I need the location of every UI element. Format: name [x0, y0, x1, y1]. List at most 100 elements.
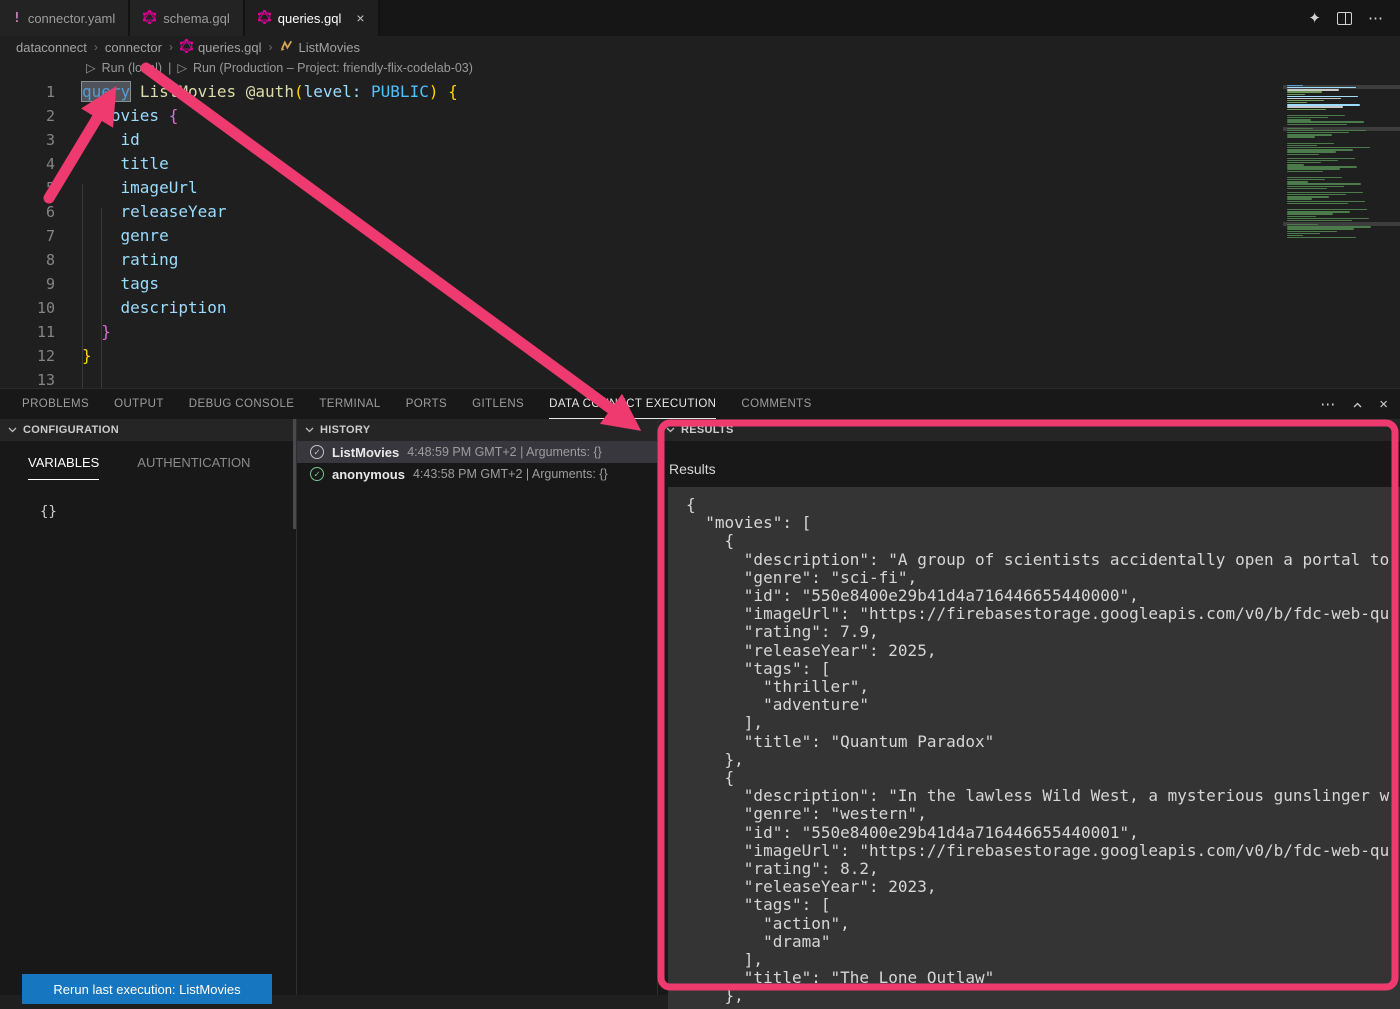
line-number: 6 — [0, 200, 55, 224]
breadcrumb-item-connector[interactable]: connector — [105, 40, 162, 55]
status-check-icon: ✓ — [310, 445, 324, 459]
graphql-operation-icon — [280, 39, 294, 55]
results-heading: Results — [669, 461, 716, 477]
tab-label: connector.yaml — [28, 11, 115, 26]
breadcrumb-item-dataconnect[interactable]: dataconnect — [16, 40, 87, 55]
configuration-header[interactable]: CONFIGURATION — [0, 419, 296, 441]
code-editor[interactable]: ▷ Run (local) | ▷ Run (Production – Proj… — [0, 58, 1400, 388]
history-row[interactable]: ✓ anonymous 4:43:58 PM GMT+2 | Arguments: … — [297, 463, 657, 485]
results-json-box[interactable]: { "movies": [ { "description": "A group … — [668, 487, 1400, 1009]
graphql-icon — [180, 39, 193, 56]
bottom-panel: PROBLEMS OUTPUT DEBUG CONSOLE TERMINAL PORTS… — [0, 388, 1400, 995]
line-number: 8 — [0, 248, 55, 272]
breadcrumb-separator: › — [94, 40, 98, 54]
panel-body: CONFIGURATION VARIABLES AUTHENTICATION {}… — [0, 419, 1400, 995]
highlighted-word: query — [82, 82, 130, 101]
editor-actions: ✦ ⋯ — [1308, 0, 1400, 36]
close-panel-icon[interactable]: × — [1379, 396, 1388, 413]
chevron-down-icon — [305, 424, 314, 436]
code-line: genre — [82, 224, 1280, 248]
results-title: RESULTS — [681, 424, 734, 436]
status-check-icon: ✓ — [310, 467, 324, 481]
minimap[interactable] — [1283, 85, 1400, 245]
code-line: id — [82, 128, 1280, 152]
history-section: HISTORY ✓ ListMovies 4:48:59 PM GMT+2 | Ar… — [297, 419, 658, 995]
history-entry-meta: 4:48:59 PM GMT+2 | Arguments: {} — [407, 445, 602, 459]
line-number: 2 — [0, 104, 55, 128]
line-number: 11 — [0, 320, 55, 344]
indent-guide — [101, 208, 102, 400]
chevron-down-icon — [666, 424, 675, 436]
rerun-button[interactable]: Rerun last execution: ListMovies — [22, 974, 272, 1004]
code-line: description — [82, 296, 1280, 320]
panel-tab-output[interactable]: OUTPUT — [114, 389, 164, 419]
line-number: 3 — [0, 128, 55, 152]
tab-label: schema.gql — [163, 11, 229, 26]
config-tab-authentication[interactable]: AUTHENTICATION — [137, 455, 250, 480]
code-line: title — [82, 152, 1280, 176]
tab-label: queries.gql — [278, 11, 342, 26]
run-local-link[interactable]: Run (local) — [102, 61, 162, 75]
code-line: tags — [82, 272, 1280, 296]
panel-tab-problems[interactable]: PROBLEMS — [22, 389, 89, 419]
close-tab-icon[interactable]: × — [356, 10, 364, 26]
tab-schema-gql[interactable]: schema.gql — [130, 0, 244, 36]
line-number: 9 — [0, 272, 55, 296]
results-json: { "movies": [ { "description": "A group … — [686, 496, 1400, 1006]
breadcrumb-item-ListMovies[interactable]: ListMovies — [280, 39, 360, 55]
line-number: 7 — [0, 224, 55, 248]
codelens-separator: | — [168, 61, 171, 75]
run-icon: ▷ — [177, 60, 187, 75]
run-icon: ▷ — [86, 60, 96, 75]
history-row[interactable]: ✓ ListMovies 4:48:59 PM GMT+2 | Arguments:… — [297, 441, 657, 463]
variables-value[interactable]: {} — [40, 504, 296, 520]
more-actions-icon[interactable]: ⋯ — [1368, 9, 1384, 27]
panel-tab-gitlens[interactable]: GITLENS — [472, 389, 524, 419]
line-number: 1 — [0, 80, 55, 104]
breadcrumb: dataconnect›connector›queries.gql›ListMo… — [0, 36, 1400, 58]
breadcrumb-separator: › — [269, 40, 273, 54]
panel-tab-debug-console[interactable]: DEBUG CONSOLE — [189, 389, 295, 419]
panel-tab-bar: PROBLEMS OUTPUT DEBUG CONSOLE TERMINAL PORTS… — [0, 389, 1400, 419]
line-number: 5 — [0, 176, 55, 200]
tab-queries-gql[interactable]: queries.gql × — [245, 0, 380, 36]
code-line: } — [82, 320, 1280, 344]
config-tab-variables[interactable]: VARIABLES — [28, 455, 99, 480]
chevron-down-icon — [8, 424, 17, 436]
history-entry-meta: 4:43:58 PM GMT+2 | Arguments: {} — [413, 467, 608, 481]
results-header[interactable]: RESULTS — [658, 419, 1400, 441]
line-number: 12 — [0, 344, 55, 368]
graphql-icon — [143, 10, 156, 27]
breadcrumb-item-queries-gql[interactable]: queries.gql — [180, 39, 262, 56]
panel-tab-comments[interactable]: COMMENTS — [741, 389, 811, 419]
panel-tab-ports[interactable]: PORTS — [406, 389, 447, 419]
codelens: ▷ Run (local) | ▷ Run (Production – Proj… — [86, 60, 473, 75]
history-entry-name: ListMovies — [332, 445, 399, 460]
copilot-icon[interactable]: ✦ — [1308, 9, 1321, 27]
history-entry-name: anonymous — [332, 467, 405, 482]
configuration-section: CONFIGURATION VARIABLES AUTHENTICATION {}… — [0, 419, 297, 995]
panel-tab-data-connect-execution[interactable]: DATA CONNECT EXECUTION — [549, 389, 716, 419]
code-line: rating — [82, 248, 1280, 272]
run-production-link[interactable]: Run (Production – Project: friendly-flix… — [193, 61, 473, 75]
split-editor-icon[interactable] — [1337, 12, 1352, 25]
code-line: releaseYear — [82, 200, 1280, 224]
graphql-icon — [258, 10, 271, 27]
code-line: } — [82, 344, 1280, 368]
results-section: RESULTS Results { "movies": [ { "descrip… — [658, 419, 1400, 995]
tab-connector-yaml[interactable]: ! connector.yaml — [0, 0, 130, 36]
code-content[interactable]: query ListMovies @auth(level: PUBLIC) { … — [82, 80, 1280, 392]
code-line: movies { — [82, 104, 1280, 128]
panel-more-icon[interactable]: ⋯ — [1320, 395, 1336, 413]
maximize-panel-icon[interactable] — [1353, 395, 1362, 413]
scrollbar[interactable] — [293, 419, 296, 529]
history-header[interactable]: HISTORY — [297, 419, 657, 441]
panel-tab-terminal[interactable]: TERMINAL — [319, 389, 380, 419]
line-number: 4 — [0, 152, 55, 176]
code-line: imageUrl — [82, 176, 1280, 200]
yaml-warning-icon: ! — [13, 11, 21, 26]
history-list: ✓ ListMovies 4:48:59 PM GMT+2 | Arguments:… — [297, 441, 657, 485]
history-title: HISTORY — [320, 424, 370, 436]
line-number: 10 — [0, 296, 55, 320]
line-numbers-gutter: 12345678910111213 — [0, 80, 55, 392]
